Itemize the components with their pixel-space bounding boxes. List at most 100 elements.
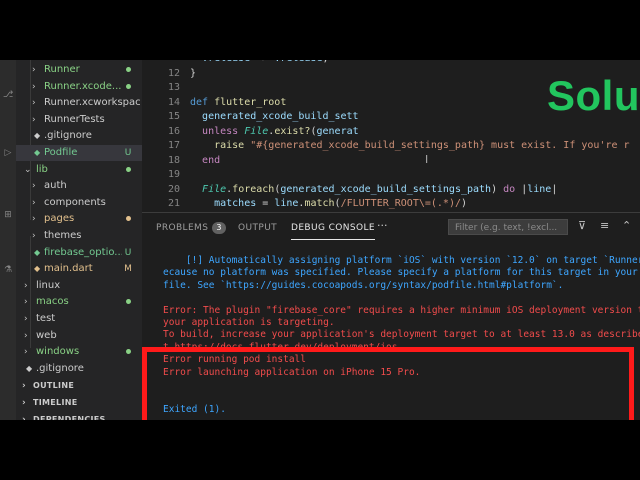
chevron-right-icon: ›	[22, 415, 27, 420]
git-status-dot-icon	[122, 62, 134, 78]
explorer-item-label: lib	[36, 163, 48, 175]
chevron-right-icon: ›	[22, 381, 27, 391]
chevron-right-icon: ›	[24, 280, 28, 291]
code-line[interactable]: unless File.exist?(generat	[190, 124, 359, 140]
chevron-right-icon: ›	[32, 181, 36, 192]
explorer-item[interactable]: ◆ firebase_optio... U	[16, 245, 142, 261]
code-line[interactable]: raise "#{generated_xcode_build_settings_…	[190, 138, 629, 154]
sidebar-section-timeline[interactable]: › TIMELINE	[16, 395, 142, 411]
explorer-item-label: Runner	[44, 64, 80, 75]
tab-problems[interactable]: PROBLEMS 3	[156, 221, 226, 239]
file-icon: ◆	[26, 363, 33, 373]
explorer-sidebar: › Runner › Runner.xcode... › Runner.xcworkspa…	[16, 60, 142, 420]
collapse-icon[interactable]: ⌃	[622, 219, 631, 232]
explorer-item-label: .gitignore	[36, 362, 84, 374]
clear-console-icon[interactable]: ≡	[600, 219, 609, 232]
file-icon: ◆	[34, 247, 41, 257]
explorer-item-label: web	[36, 329, 57, 341]
explorer-item[interactable]: › pages	[16, 211, 142, 227]
code-line[interactable]: matches = line.match(/FLUTTER_ROOT\=(.*)…	[190, 196, 467, 212]
text-cursor-icon: I	[425, 153, 429, 166]
section-label: TIMELINE	[33, 398, 78, 407]
console-error-line: Error: The plugin "firebase_core" requir…	[163, 304, 640, 316]
explorer-item[interactable]: › macos	[16, 294, 142, 310]
chevron-down-icon: ⌄	[24, 164, 32, 175]
explorer-item-label: linux	[36, 279, 61, 291]
explorer-item[interactable]: › windows	[16, 344, 142, 360]
testing-icon[interactable]: ⚗	[3, 265, 13, 275]
file-icon: ◆	[34, 148, 41, 157]
tab-label: DEBUG CONSOLE	[291, 223, 376, 233]
explorer-item[interactable]: ◆ Podfile U	[16, 145, 142, 161]
chevron-right-icon: ›	[24, 347, 28, 358]
chevron-right-icon: ›	[22, 398, 27, 408]
code-editor[interactable]: return matches[1].strip if matches match…	[142, 60, 640, 212]
code-line[interactable]: end	[190, 153, 220, 169]
console-filter-input[interactable]: Filter (e.g. text, !excl...	[448, 219, 568, 235]
tab-label: OUTPUT	[238, 223, 278, 233]
extensions-icon[interactable]: ⊞	[3, 210, 13, 220]
explorer-item[interactable]: ◆ .gitignore	[16, 128, 142, 144]
explorer-item-label: macos	[36, 296, 69, 308]
tab-label: PROBLEMS	[156, 223, 209, 233]
explorer-item[interactable]: › Runner.xcworkspace	[16, 95, 142, 111]
git-status-badge: U	[124, 247, 132, 258]
file-icon: ◆	[34, 264, 41, 274]
explorer-item[interactable]: › linux	[16, 278, 142, 294]
explorer-item[interactable]: › auth	[16, 178, 142, 194]
git-status-badge: U	[124, 148, 132, 158]
explorer-item-label: Podfile	[44, 147, 78, 158]
explorer-item[interactable]: ⌄ lib	[16, 162, 142, 178]
explorer-item-label: auth	[44, 180, 67, 192]
sidebar-section-dependencies[interactable]: › DEPENDENCIES	[16, 412, 142, 420]
explorer-item-label: pages	[44, 213, 75, 225]
git-status-badge: M	[124, 264, 132, 275]
chevron-right-icon: ›	[24, 314, 28, 324]
explorer-item-label: main.dart	[44, 263, 93, 275]
explorer-item-label: firebase_optio...	[44, 246, 122, 258]
source-control-icon[interactable]: ⎇	[3, 90, 13, 100]
explorer-item-label: .gitignore	[44, 130, 92, 142]
tab-output[interactable]: OUTPUT	[238, 221, 277, 239]
solution-overlay-title: Solution	[547, 72, 640, 119]
console-error-line: To build, increase your application's de…	[163, 329, 640, 341]
explorer-item-label: test	[36, 313, 56, 324]
sidebar-section-outline[interactable]: › OUTLINE	[16, 378, 142, 394]
problems-count-badge: 3	[212, 222, 226, 234]
section-label: OUTLINE	[33, 381, 75, 390]
error-highlight-box	[142, 347, 634, 420]
chevron-right-icon: ›	[24, 297, 28, 308]
run-debug-icon[interactable]: ▷	[3, 148, 13, 158]
tab-debug-console[interactable]: DEBUG CONSOLE	[291, 221, 376, 240]
explorer-item[interactable]: › themes	[16, 228, 142, 244]
explorer-item-label: themes	[44, 230, 82, 241]
code-line[interactable]: :release => :release,	[190, 60, 329, 67]
explorer-item[interactable]: › Runner.xcode...	[16, 79, 142, 95]
filter-icon[interactable]: ⊽	[578, 219, 586, 232]
git-status-dot-icon	[122, 79, 134, 95]
code-line[interactable]: generated_xcode_build_sett	[190, 109, 359, 125]
explorer-item[interactable]: ◆ main.dart M	[16, 261, 142, 277]
console-error-line: your application is targeting.	[163, 317, 335, 328]
vscode-window: ⎇ ▷ ⊞ ⚗ › Runner › Runner.xcode... › Runner.x…	[0, 60, 640, 420]
file-icon: ◆	[34, 131, 41, 141]
explorer-item[interactable]: › Runner	[16, 62, 142, 78]
chevron-right-icon: ›	[32, 231, 36, 241]
chevron-right-icon: ›	[32, 65, 36, 75]
more-tabs-button[interactable]: ···	[377, 219, 388, 232]
git-status-dot-icon	[122, 211, 134, 227]
chevron-right-icon: ›	[32, 214, 36, 225]
console-line: [!] Automatically assigning platform `iO…	[163, 255, 640, 266]
activity-bar: ⎇ ▷ ⊞ ⚗	[0, 60, 16, 420]
code-line[interactable]: }	[190, 66, 196, 82]
explorer-item[interactable]: › test	[16, 311, 142, 327]
explorer-item[interactable]: › RunnerTests	[16, 112, 142, 128]
git-status-dot-icon	[122, 344, 134, 360]
explorer-item-label: Runner.xcworkspace	[44, 97, 140, 109]
explorer-item[interactable]: ◆ .gitignore	[16, 361, 142, 377]
explorer-item[interactable]: › components	[16, 195, 142, 211]
code-line[interactable]: File.foreach(generated_xcode_build_setti…	[190, 182, 557, 198]
code-line[interactable]: def flutter_root	[190, 95, 286, 111]
explorer-item[interactable]: › web	[16, 328, 142, 344]
git-status-dot-icon	[122, 294, 134, 310]
